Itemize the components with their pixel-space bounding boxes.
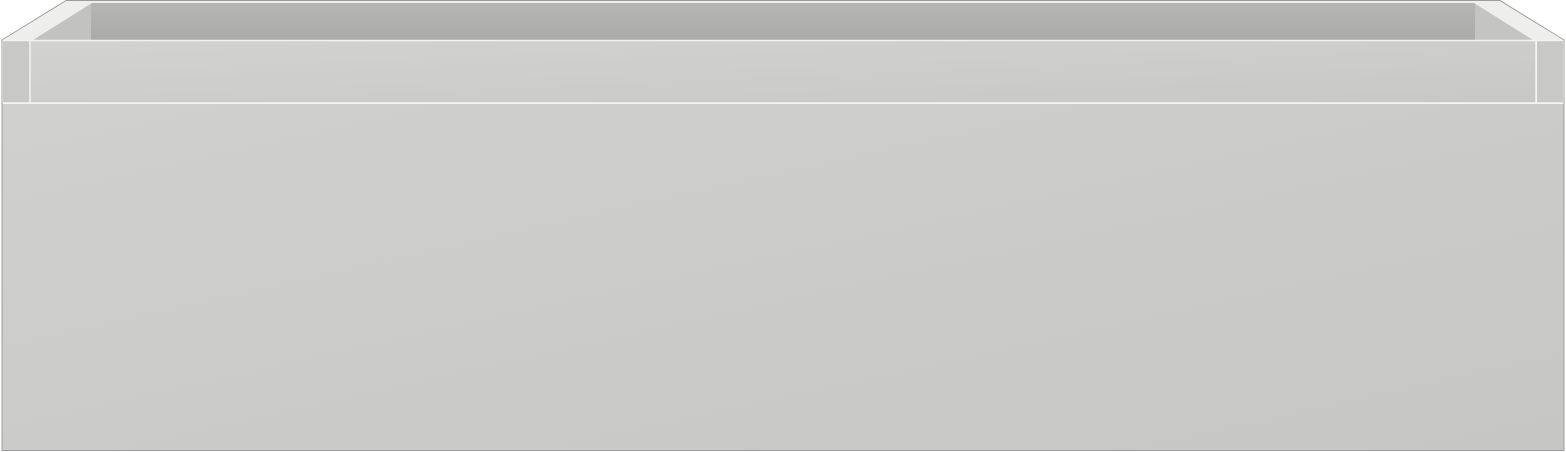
- inner-drawer-front: [30, 41, 1536, 103]
- left-side-post: [3, 41, 30, 103]
- drawer-cabinet-graphic: [1, 0, 1565, 451]
- right-side-post: [1537, 41, 1563, 103]
- drawer-cabinet-illustration: [0, 0, 1566, 452]
- front-panel: [2, 104, 1564, 450]
- inner-back-wall: [90, 2, 1476, 40]
